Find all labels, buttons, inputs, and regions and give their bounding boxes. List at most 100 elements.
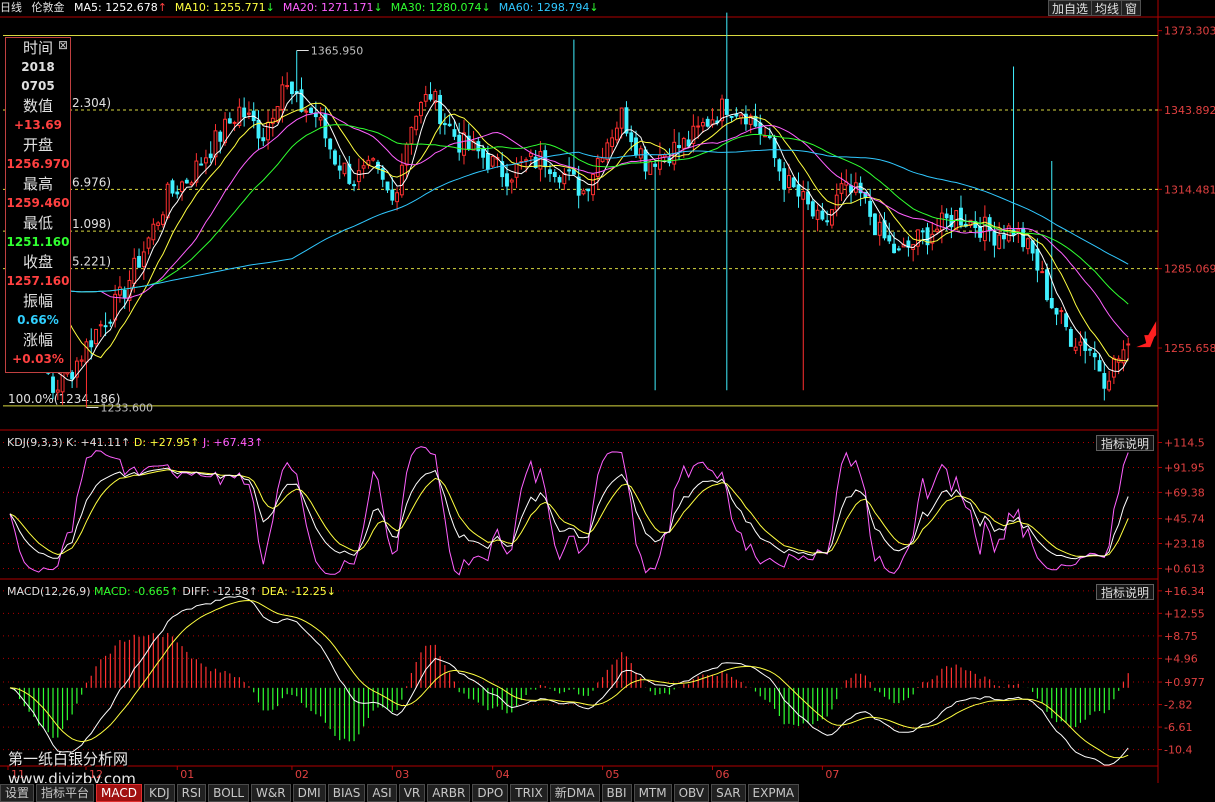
tab-obv[interactable]: OBV xyxy=(673,784,710,802)
trend-arrow-icon xyxy=(1136,321,1157,348)
candle-body xyxy=(1035,248,1040,271)
kdj-axis-label: +45.74 xyxy=(1164,513,1205,526)
candle-body xyxy=(227,118,232,124)
tab-trix[interactable]: TRIX xyxy=(510,784,548,802)
candle-body xyxy=(94,328,98,345)
macd-title: MACD(12,26,9) xyxy=(7,585,91,598)
info-value: +0.03% xyxy=(12,352,64,366)
watermark-title: 第一纸白银分析网 xyxy=(8,750,129,768)
low-marker-label: 1233.600 xyxy=(100,402,152,415)
macd-help-button[interactable]: 指标说明 xyxy=(1096,584,1154,600)
candle-body xyxy=(1049,298,1054,309)
kdj-axis-label: +91.95 xyxy=(1164,461,1205,474)
candle-body xyxy=(734,114,739,117)
x-axis-label: 06 xyxy=(715,768,729,781)
candle-body xyxy=(567,169,572,172)
candle-body xyxy=(89,340,94,348)
candle-body xyxy=(1097,360,1102,372)
candle-body xyxy=(662,154,667,158)
candle-body xyxy=(959,207,963,226)
kdj-axis-label: +0.613 xyxy=(1164,562,1205,575)
tab-boll[interactable]: BOLL xyxy=(208,784,250,802)
candle-body xyxy=(180,181,184,193)
macd-axis-label: +8.75 xyxy=(1164,630,1198,643)
info-label: 振幅 xyxy=(22,292,53,310)
candle-body xyxy=(290,81,294,95)
candle-body xyxy=(806,191,810,205)
ma-trend-arrow: ↓ xyxy=(589,1,599,14)
candle-body xyxy=(247,112,251,115)
candle-body xyxy=(935,228,940,232)
candle-body xyxy=(232,121,237,124)
candle-body xyxy=(409,126,414,145)
candle-body xyxy=(184,179,189,184)
y-axis-label: 1255.658 xyxy=(1164,342,1215,355)
tab-arbr[interactable]: ARBR xyxy=(427,784,471,802)
candle-body xyxy=(810,201,815,217)
ma-trend-arrow: ↓ xyxy=(373,1,383,14)
candle-body xyxy=(1002,234,1006,240)
candle-body xyxy=(834,194,839,211)
candle-body xyxy=(304,110,309,113)
kdj-d-value: D: +27.95↑ xyxy=(133,436,200,449)
candle-body xyxy=(786,175,791,188)
candle-body xyxy=(132,257,137,284)
tab--[interactable]: 指标平台 xyxy=(36,784,95,802)
candle-body xyxy=(839,183,844,194)
candle-body xyxy=(595,158,600,177)
chart-canvas[interactable]: 1373.303 1343.892 1314.481 1285.069 1255.658… xyxy=(0,0,1215,801)
macd-axis-label: +12.55 xyxy=(1164,607,1205,620)
candle-body xyxy=(218,131,223,142)
fib-level-label: 1.098) xyxy=(72,217,111,231)
tab--dma[interactable]: 新DMA xyxy=(549,784,600,802)
macd-dea-value: DEA: -12.25↓ xyxy=(261,585,336,598)
close-icon[interactable]: ⊠ xyxy=(58,38,68,52)
tab-dpo[interactable]: DPO xyxy=(472,784,509,802)
tab-w-r[interactable]: W&R xyxy=(251,784,291,802)
y-axis-label: 1285.069 xyxy=(1164,263,1215,276)
info-label: 收盘 xyxy=(22,253,53,271)
candle-body xyxy=(581,190,586,195)
info-value: 2018 xyxy=(21,60,55,74)
candle-body xyxy=(352,184,357,187)
candle-body xyxy=(772,137,777,159)
kdj-title: KDJ(9,3,3) xyxy=(7,436,63,449)
tab-asi[interactable]: ASI xyxy=(367,784,397,802)
price-info-panel: ⊠ 时间 2018 0705 数值 +13.69 开盘 1256.970 最高 1259.460… xyxy=(5,37,71,373)
candle-body xyxy=(815,209,820,220)
kdj-k-line xyxy=(9,467,1129,560)
candle-body xyxy=(605,142,610,160)
ma-button[interactable]: 均线 xyxy=(1091,0,1124,16)
candle-body xyxy=(1111,357,1116,378)
candle-body xyxy=(280,84,285,110)
tab-bbi[interactable]: BBI xyxy=(601,784,632,802)
candle-body xyxy=(944,213,949,219)
candle-body xyxy=(457,134,462,153)
candle-body xyxy=(447,123,452,127)
tab-expma[interactable]: EXPMA xyxy=(747,784,800,802)
tab-vr[interactable]: VR xyxy=(398,784,426,802)
tab-bias[interactable]: BIAS xyxy=(327,784,366,802)
candle-body xyxy=(342,162,347,175)
macd-axis-label: +4.96 xyxy=(1164,652,1198,665)
candle-body xyxy=(634,137,638,156)
candle-body xyxy=(791,177,796,188)
candle-body xyxy=(438,94,443,124)
add-watchlist-button[interactable]: 加自选 xyxy=(1048,0,1093,16)
candle-body xyxy=(825,220,830,223)
candle-body xyxy=(156,222,161,226)
tab-macd[interactable]: MACD xyxy=(96,784,143,802)
tab-rsi[interactable]: RSI xyxy=(176,784,207,802)
tab--[interactable]: 设置 xyxy=(0,784,35,802)
tab-mtm[interactable]: MTM xyxy=(633,784,672,802)
period-label[interactable]: 日线 xyxy=(0,1,22,14)
tab-sar[interactable]: SAR xyxy=(711,784,746,802)
kdj-help-button[interactable]: 指标说明 xyxy=(1096,435,1154,451)
candle-body xyxy=(1068,329,1073,347)
x-axis-label: 02 xyxy=(295,768,309,781)
candle-body xyxy=(992,231,997,246)
window-button[interactable]: 窗 xyxy=(1121,0,1142,16)
candles xyxy=(8,12,1131,408)
tab-dmi[interactable]: DMI xyxy=(292,784,326,802)
tab-kdj[interactable]: KDJ xyxy=(144,784,175,802)
